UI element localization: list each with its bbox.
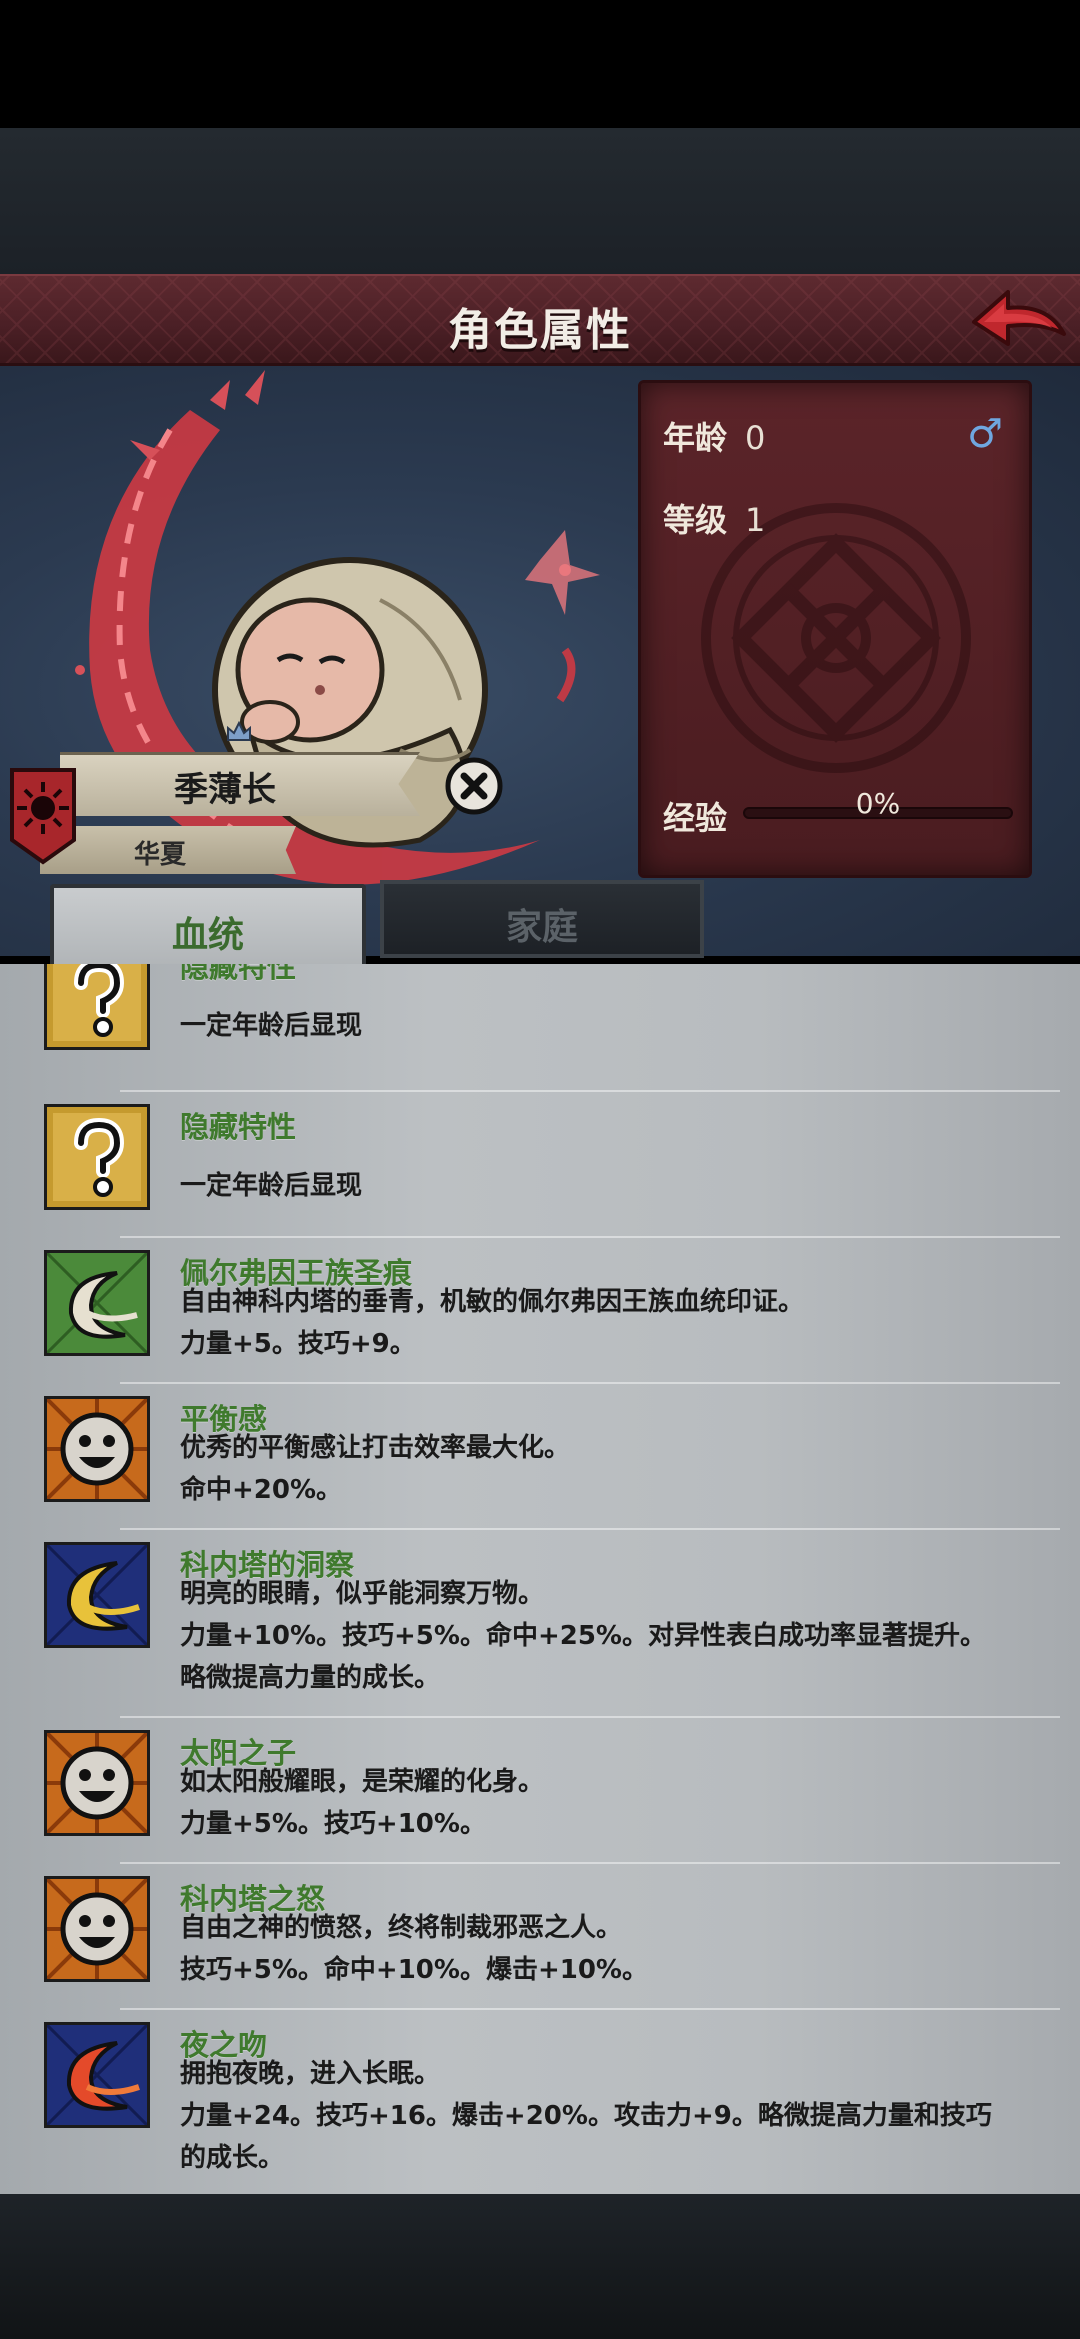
- crown-icon: [227, 720, 251, 741]
- trait-divider: [120, 1090, 1060, 1092]
- bottom-backdrop: [0, 2194, 1080, 2339]
- trait-desc-line: 略微提高力量的成长。: [180, 1663, 441, 1693]
- stat-board: 年龄 0 ♂ 等级 1 经验 0%: [638, 380, 1032, 878]
- trait-desc-line: 力量+24。技巧+16。爆击+20%。攻击力+9。略微提高力量和技巧: [180, 2101, 992, 2131]
- page-title: 角色属性: [448, 305, 632, 356]
- tab-family[interactable]: 家庭: [380, 880, 704, 958]
- status-bar-area: [0, 0, 1080, 128]
- trait-desc-line: 优秀的平衡感让打击效率最大化。: [180, 1433, 571, 1463]
- crescent-moon-white-icon: [44, 1250, 150, 1356]
- trait-divider: [120, 1862, 1060, 1864]
- top-backdrop: [0, 128, 1080, 274]
- question-mark-icon: [44, 964, 150, 1050]
- age-value: 0: [745, 419, 766, 457]
- trait-name: 隐藏特性: [180, 964, 297, 984]
- sun-crest-icon: [10, 768, 76, 865]
- trait-desc-line: 技巧+5%。命中+10%。爆击+10%。: [180, 1955, 648, 1985]
- trait-desc-line: 力量+5%。技巧+10%。: [180, 1809, 486, 1839]
- smiley-face-icon: [44, 1730, 150, 1836]
- crescent-moon-red-icon: [44, 2022, 150, 2128]
- trait-desc-line: 力量+5。技巧+9。: [180, 1329, 416, 1359]
- trait-desc-line: 的成长。: [180, 2143, 285, 2173]
- exp-progress-bar: 0%: [743, 787, 1013, 820]
- character-name: 季薄长: [174, 770, 276, 810]
- smiley-face-icon: [44, 1876, 150, 1982]
- crescent-moon-gold-icon: [44, 1542, 150, 1648]
- trait-divider: [120, 1382, 1060, 1384]
- smiley-face-icon: [44, 1396, 150, 1502]
- exp-label: 经验: [663, 799, 728, 837]
- back-arrow-icon: [972, 290, 1066, 346]
- back-button[interactable]: [968, 282, 1068, 362]
- trait-divider: [120, 1236, 1060, 1238]
- trait-desc-line: 力量+10%。技巧+5%。命中+25%。对异性表白成功率显著提升。: [180, 1621, 986, 1651]
- trait-desc-line: 拥抱夜晚，进入长眠。: [180, 2059, 441, 2089]
- trait-desc-line: 一定年龄后显现: [180, 1171, 363, 1201]
- trait-divider: [120, 1528, 1060, 1530]
- age-row: 年龄 0: [663, 413, 765, 459]
- trait-desc-line: 自由之神的愤怒，终将制裁邪恶之人。: [180, 1913, 623, 1943]
- close-icon: [445, 757, 503, 815]
- age-label: 年龄: [663, 419, 728, 457]
- trait-desc-line: 明亮的眼睛，似乎能洞察万物。: [180, 1579, 545, 1609]
- trait-desc-line: 自由神科内塔的垂青，机敏的佩尔弗因王族血统印证。: [180, 1287, 805, 1317]
- trait-list[interactable]: 隐藏特性 一定年龄后显现 隐藏特性 一定年龄后显现 佩尔弗因王族圣痕 自由神科内塔的垂青，…: [0, 964, 1080, 2194]
- male-gender-icon: ♂: [967, 411, 1003, 457]
- trait-divider: [120, 1716, 1060, 1718]
- trait-name: 隐藏特性: [180, 1110, 297, 1144]
- question-mark-icon: [44, 1104, 150, 1210]
- trait-desc-line: 如太阳般耀眼，是荣耀的化身。: [180, 1767, 545, 1797]
- tab-bloodline[interactable]: 血统: [50, 884, 366, 974]
- level-value: 1: [745, 501, 766, 539]
- trait-desc-line: 一定年龄后显现: [180, 1011, 363, 1041]
- level-row: 等级 1: [663, 495, 765, 541]
- level-label: 等级: [663, 501, 728, 539]
- close-button[interactable]: [444, 756, 504, 816]
- trait-desc-line: 命中+20%。: [180, 1475, 343, 1505]
- header-bar: 角色属性: [0, 274, 1080, 366]
- exp-percent-text: 0%: [855, 787, 901, 820]
- trait-divider: [120, 2008, 1060, 2010]
